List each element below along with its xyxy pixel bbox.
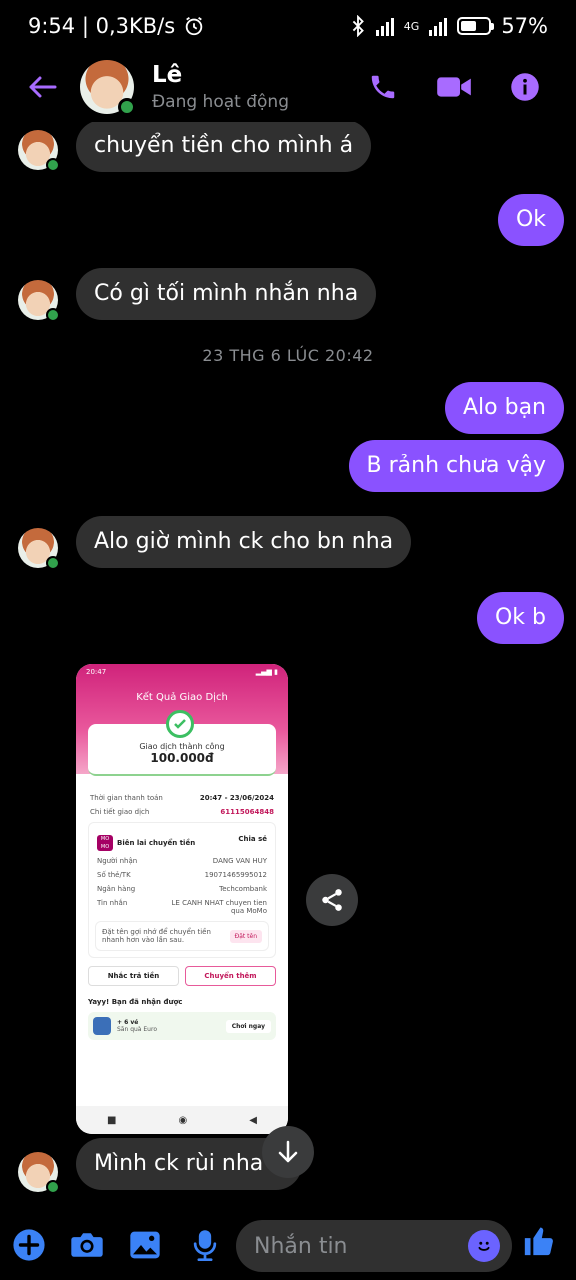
- sender-avatar[interactable]: [18, 130, 60, 172]
- tip-button: Đặt tên: [229, 929, 262, 943]
- reward-card: + 6 vé Săn quà Euro Chơi ngay: [88, 1012, 276, 1040]
- reward-icon: [93, 1017, 111, 1035]
- reward-title: Yayy! Bạn đã nhận được: [88, 998, 183, 1006]
- status-time: 9:54 | 0,3KB/s: [28, 14, 176, 38]
- phone-icon[interactable]: [368, 72, 398, 102]
- check-icon: [166, 710, 194, 738]
- back-button[interactable]: [22, 67, 62, 107]
- receipt-status-time: 20:47: [86, 668, 107, 676]
- message-input[interactable]: Nhắn tin: [236, 1220, 512, 1272]
- battery-label: 57%: [501, 14, 548, 38]
- thumbs-up-icon: [524, 1227, 553, 1256]
- online-indicator: [46, 308, 60, 322]
- receipt-nav-bar: ■ ◉ ◀: [76, 1106, 288, 1134]
- detail-label: Tin nhắn: [97, 899, 128, 907]
- battery-icon: [457, 17, 495, 35]
- contact-status: Đang hoạt động: [152, 92, 289, 112]
- alarm-icon: [185, 16, 203, 36]
- voice-button[interactable]: [188, 1228, 222, 1262]
- sender-avatar[interactable]: [18, 528, 60, 570]
- network-label: 4G: [403, 19, 420, 33]
- image-icon: [130, 1231, 160, 1259]
- signal-2-icon: [429, 16, 448, 36]
- message-bubble[interactable]: Ok b: [476, 592, 564, 644]
- receipt-title: Kết Quả Giao Dịch: [136, 692, 228, 703]
- reward-sub: Săn quà Euro: [117, 1026, 157, 1033]
- receipt-label: Biên lai chuyển tiền: [117, 839, 196, 847]
- share-icon: [322, 889, 342, 911]
- share-label: Chia sẻ: [238, 835, 267, 843]
- message-bubble[interactable]: Alo giờ mình ck cho bn nha: [76, 516, 412, 568]
- video-call-icon[interactable]: [436, 73, 472, 101]
- receipt-row-value: 20:47 - 23/06/2024: [199, 794, 274, 802]
- detail-value: LE CANH NHAT chuyen tien qua MoMo: [171, 899, 267, 915]
- arrow-left-icon: [29, 76, 57, 98]
- tip-text: Đặt tên gợi nhớ để chuyển tiền nhanh hơn…: [102, 928, 211, 944]
- detail-label: Ngân hàng: [97, 885, 136, 893]
- message-bubble[interactable]: Alo bạn: [444, 382, 564, 434]
- detail-label: Người nhận: [97, 857, 138, 865]
- gallery-button[interactable]: [128, 1228, 162, 1262]
- timestamp: 23 THG 6 LÚC 20:42: [202, 346, 374, 365]
- share-button[interactable]: [306, 874, 358, 926]
- signal-icon: [375, 16, 394, 36]
- chat-header: Lê Đang hoạt động: [0, 52, 576, 122]
- bluetooth-icon: [352, 15, 364, 37]
- sender-avatar[interactable]: [18, 1152, 60, 1194]
- message-bubble[interactable]: chuyển tiền cho mình á: [76, 122, 372, 172]
- online-indicator: [46, 1180, 60, 1194]
- emoji-icon: [478, 1241, 490, 1251]
- sender-avatar[interactable]: [18, 280, 60, 322]
- detail-value: 19071465995012: [204, 871, 267, 879]
- plus-icon: [13, 1229, 45, 1261]
- reward-button: Chơi ngay: [225, 1019, 271, 1033]
- status-bar: 9:54 | 0,3KB/s 4G 57%: [0, 0, 576, 52]
- microphone-icon: [193, 1230, 217, 1261]
- camera-button[interactable]: [70, 1228, 104, 1262]
- composer: Nhắn tin: [0, 1212, 576, 1280]
- message-list[interactable]: chuyển tiền cho mình á Ok Có gì tối mình…: [0, 122, 576, 1212]
- message-bubble[interactable]: Có gì tối mình nhắn nha: [76, 268, 377, 320]
- receipt-result: Giao dịch thành công: [139, 742, 225, 751]
- scroll-down-button[interactable]: [262, 1126, 314, 1178]
- shared-image[interactable]: 20:47 ▂▄▆ ▮ Kết Quả Giao Dịch Giao dịch t…: [76, 664, 288, 1134]
- online-indicator: [46, 158, 60, 172]
- message-bubble[interactable]: Ok: [497, 194, 564, 246]
- arrow-down-icon: [278, 1140, 298, 1163]
- camera-icon: [71, 1233, 103, 1257]
- momo-logo: MO MO: [97, 835, 113, 851]
- reward-item: + 6 vé: [117, 1019, 139, 1026]
- remind-button: Nhắc trả tiền: [88, 966, 179, 986]
- like-button[interactable]: [522, 1224, 556, 1258]
- receipt-panel: MO MO Biên lai chuyển tiền Chia sẻ Người nh…: [88, 822, 276, 958]
- contact-avatar[interactable]: [80, 60, 136, 116]
- detail-label: Số thẻ/TK: [97, 871, 131, 879]
- contact-info[interactable]: Lê Đang hoạt động: [152, 62, 289, 112]
- receipt-row-label: Thời gian thanh toán: [90, 794, 163, 802]
- contact-name: Lê: [152, 62, 183, 88]
- transfer-more-button: Chuyển thêm: [185, 966, 276, 986]
- receipt-row-label: Chi tiết giao dịch: [90, 808, 150, 816]
- detail-value: Techcombank: [219, 885, 267, 893]
- emoji-button[interactable]: [468, 1230, 500, 1262]
- receipt-row-value: 61115064848: [220, 808, 274, 816]
- online-indicator: [118, 98, 136, 116]
- info-icon[interactable]: [510, 72, 540, 102]
- message-input-placeholder: Nhắn tin: [254, 1233, 348, 1259]
- message-bubble[interactable]: B rảnh chưa vậy: [348, 440, 564, 492]
- receipt-status-icons: ▂▄▆ ▮: [255, 668, 278, 676]
- receipt-amount: 100.000đ: [150, 751, 214, 765]
- detail-value: DANG VAN HUY: [212, 857, 267, 865]
- add-button[interactable]: [12, 1228, 46, 1262]
- online-indicator: [46, 556, 60, 570]
